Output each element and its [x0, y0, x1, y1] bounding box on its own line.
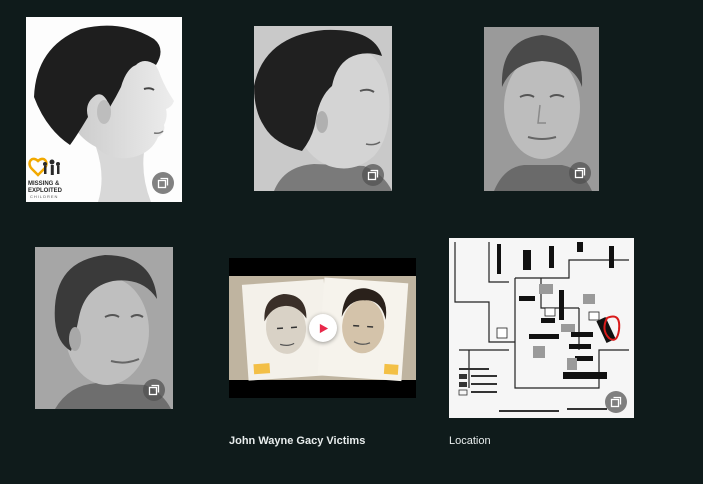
gallery-video-thumbnail[interactable]	[229, 258, 416, 398]
logo-text-line3: CHILDREN	[30, 194, 59, 199]
expand-button[interactable]	[143, 379, 165, 401]
expand-icon	[157, 177, 169, 189]
ncmec-logo-icon	[28, 157, 60, 177]
video-caption: John Wayne Gacy Victims	[229, 435, 366, 447]
expand-button[interactable]	[569, 162, 591, 184]
gallery-image-side-sketch[interactable]	[254, 26, 392, 191]
expand-icon	[610, 396, 622, 408]
gallery-image-floor-plan[interactable]	[449, 238, 634, 418]
gallery-image-angled-reconstruction[interactable]	[35, 247, 173, 409]
play-button[interactable]	[309, 314, 337, 342]
gallery-image-profile-sketch[interactable]: MISSING & EXPLOITED CHILDREN	[26, 17, 182, 202]
expand-button[interactable]	[605, 391, 627, 413]
expand-button[interactable]	[362, 164, 384, 186]
media-gallery: MISSING & EXPLOITED CHILDREN John Wayne …	[0, 0, 703, 484]
expand-icon	[148, 384, 160, 396]
floor-plan-illustration	[449, 238, 634, 418]
gallery-image-frontal-reconstruction[interactable]	[484, 27, 599, 191]
floor-plan-caption: Location	[449, 435, 491, 447]
expand-icon	[367, 169, 379, 181]
logo-text-line1: MISSING &	[28, 181, 60, 187]
expand-button[interactable]	[152, 172, 174, 194]
play-icon	[319, 323, 328, 333]
expand-icon	[574, 167, 586, 179]
